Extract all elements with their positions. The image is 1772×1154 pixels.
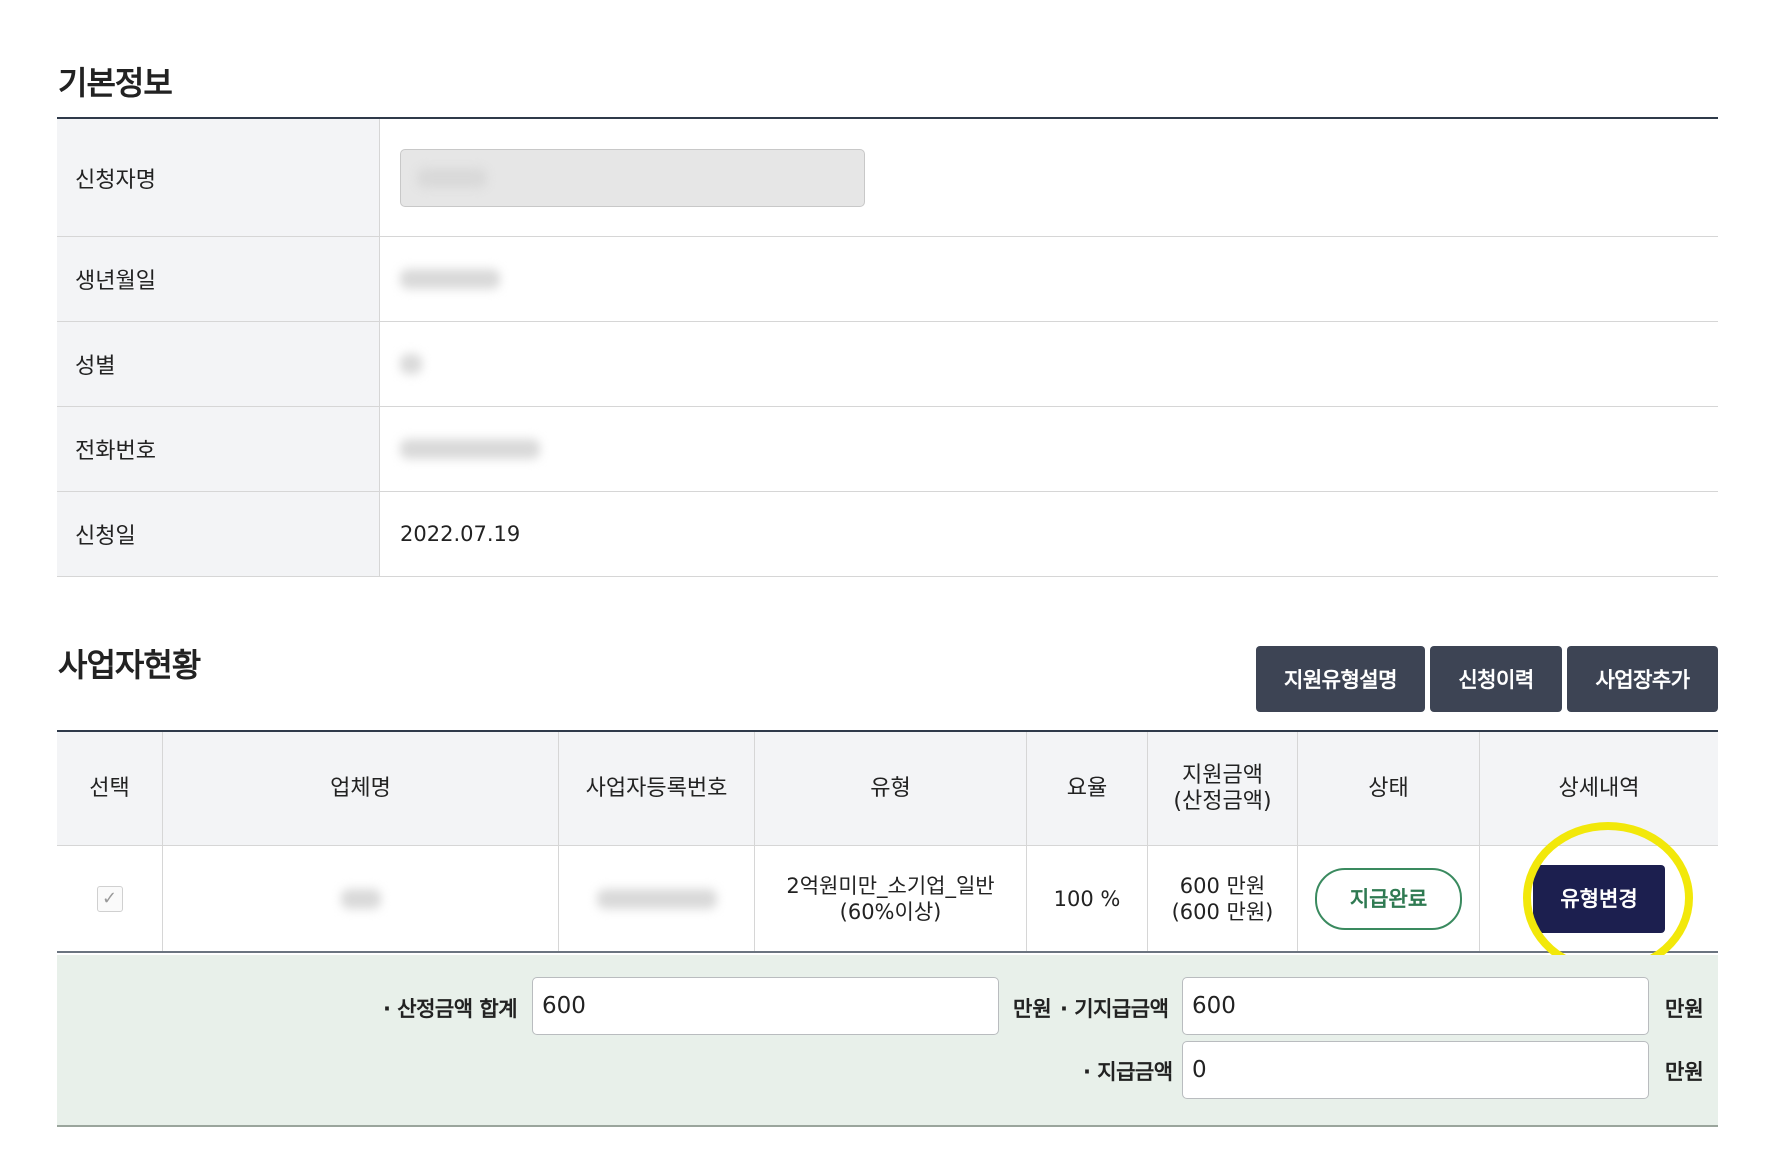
check-icon: ✓ (101, 887, 118, 909)
business-table: 선택 업체명 사업자등록번호 유형 요율 지원금액 (산정금액) 상태 상세내역… (57, 730, 1718, 953)
info-value-phone (380, 407, 1718, 491)
blurred-registration-number (596, 888, 717, 909)
row-checkbox[interactable]: ✓ (96, 885, 123, 912)
info-row-gender: 성별 (57, 322, 1718, 407)
info-row-phone: 전화번호 (57, 407, 1718, 492)
info-label-birth: 생년월일 (57, 237, 380, 321)
amount-cell: 600 만원 (600 만원) (1148, 846, 1298, 951)
business-table-header: 선택 업체명 사업자등록번호 유형 요율 지원금액 (산정금액) 상태 상세내역 (57, 732, 1718, 846)
info-label-name: 신청자명 (57, 119, 380, 236)
info-value-name (380, 119, 1718, 236)
business-status-title: 사업자현황 (58, 646, 201, 684)
info-row-date: 신청일 2022.07.19 (57, 492, 1718, 577)
col-select: 선택 (57, 732, 163, 845)
pay-amount-input[interactable]: 0 (1182, 1041, 1649, 1099)
col-amount: 지원금액 (산정금액) (1148, 732, 1298, 845)
info-value-birth (380, 237, 1718, 321)
col-detail: 상세내역 (1558, 775, 1640, 801)
basic-info-title: 기본정보 (58, 64, 173, 102)
col-type: 유형 (755, 732, 1027, 845)
applicant-name-field[interactable] (400, 148, 865, 207)
blurred-birthdate (400, 269, 500, 289)
col-company: 업체명 (163, 732, 559, 845)
pay-unit: 만원 (1665, 1060, 1704, 1084)
info-label-gender: 성별 (57, 322, 380, 406)
col-amount-line1: 지원금액 (1182, 762, 1263, 788)
calc-total-input[interactable]: 600 (532, 977, 999, 1035)
blurred-name (417, 167, 487, 188)
type-change-button[interactable]: 유형변경 (1533, 864, 1665, 933)
paid-label: · 기지급금액 (1060, 997, 1169, 1021)
calc-total-unit: 만원 (1013, 997, 1052, 1021)
type-line2: (60%이상) (839, 899, 942, 924)
rate-cell: 100 % (1027, 846, 1148, 951)
paid-amount-input[interactable]: 600 (1182, 977, 1649, 1035)
paid-unit: 만원 (1665, 997, 1704, 1021)
info-label-phone: 전화번호 (57, 407, 380, 491)
info-row-name: 신청자명 (57, 119, 1718, 237)
support-type-desc-button[interactable]: 지원유형설명 (1256, 646, 1425, 712)
amount-line2: (600 만원) (1171, 899, 1274, 924)
calc-total-label: · 산정금액 합계 (383, 997, 518, 1021)
blurred-gender (400, 354, 422, 374)
blurred-company-name (340, 888, 381, 909)
detail-cell: 유형변경 (1480, 846, 1718, 951)
status-cell: 지급완료 (1298, 846, 1480, 951)
info-row-birth: 생년월일 (57, 237, 1718, 322)
info-label-date: 신청일 (57, 492, 380, 576)
basic-info-table: 신청자명 생년월일 성별 전화번호 신청일 2022.07.19 (57, 117, 1718, 577)
col-amount-line2: (산정금액) (1173, 788, 1272, 814)
blurred-phone (400, 439, 540, 459)
col-rate: 요율 (1027, 732, 1148, 845)
company-cell (163, 846, 559, 951)
type-line1: 2억원미만_소기업_일반 (786, 873, 995, 898)
col-status: 상태 (1298, 732, 1480, 845)
reg-no-cell (559, 846, 755, 951)
application-history-button[interactable]: 신청이력 (1430, 646, 1562, 712)
type-cell: 2억원미만_소기업_일반 (60%이상) (755, 846, 1027, 951)
status-badge: 지급완료 (1315, 867, 1462, 930)
info-value-gender (380, 322, 1718, 406)
col-reg-no: 사업자등록번호 (559, 732, 755, 845)
pay-label: · 지급금액 (1083, 1060, 1173, 1084)
add-business-button[interactable]: 사업장추가 (1567, 646, 1718, 712)
amount-summary: · 산정금액 합계 600 만원 · 기지급금액 600 만원 · 지급금액 0… (57, 955, 1718, 1127)
amount-line1: 600 만원 (1179, 873, 1266, 898)
table-row: ✓ 2억원미만_소기업_일반 (60%이상) 100 % 600 만원 (600… (57, 846, 1718, 953)
application-date: 2022.07.19 (400, 522, 521, 546)
select-cell: ✓ (57, 846, 163, 951)
